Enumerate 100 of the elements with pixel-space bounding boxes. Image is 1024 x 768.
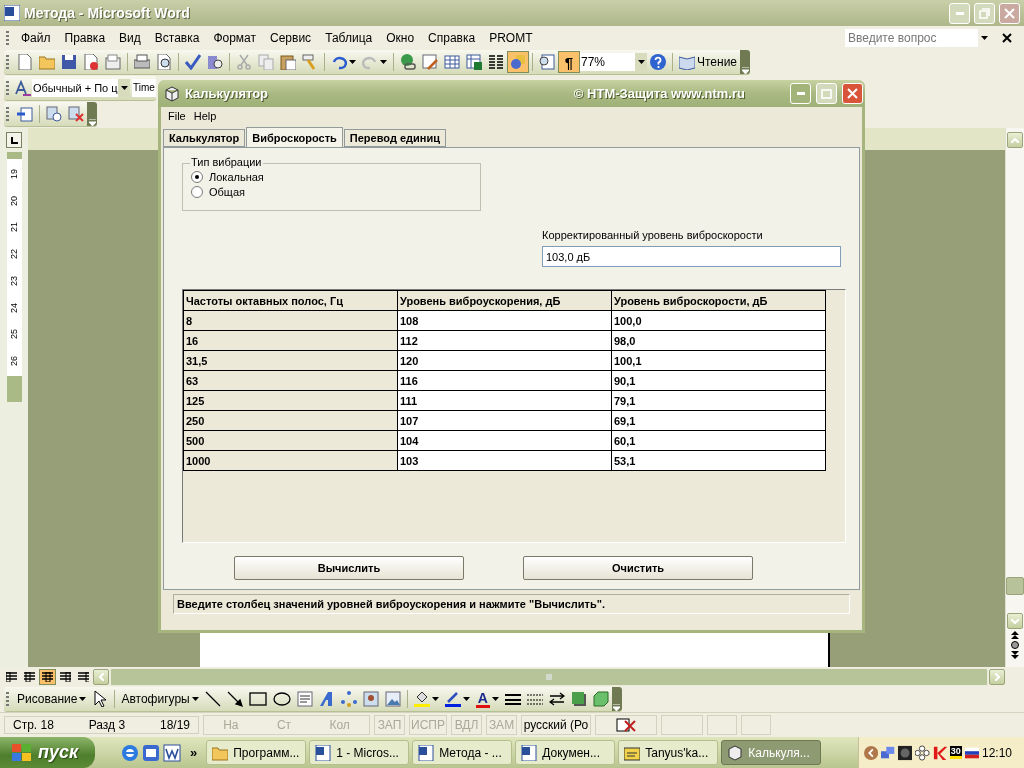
menu-item[interactable]: Формат xyxy=(206,30,264,45)
table-cell[interactable]: 108 xyxy=(397,310,612,331)
table-cell[interactable]: 104 xyxy=(397,430,612,451)
previous-page-icon[interactable] xyxy=(1011,631,1019,639)
pointer-icon[interactable] xyxy=(92,691,109,707)
table-cell[interactable]: 111 xyxy=(397,390,612,411)
table-cell[interactable]: 60,1 xyxy=(611,430,826,451)
flag-icon[interactable] xyxy=(964,746,979,759)
permission-icon[interactable] xyxy=(83,54,99,70)
question-field[interactable]: Введите вопрос xyxy=(845,28,978,47)
dash-style-icon[interactable] xyxy=(526,691,543,707)
line-style-icon[interactable] xyxy=(504,691,521,707)
fill-color-icon[interactable] xyxy=(413,691,430,707)
clip-art-icon[interactable] xyxy=(362,691,379,707)
style-field[interactable]: Обычный + По ц xyxy=(32,78,118,97)
tab[interactable]: Перевод единиц xyxy=(343,129,446,147)
toolbar-options-icon[interactable] xyxy=(613,704,621,711)
document-list-icon[interactable] xyxy=(17,105,33,122)
flower-icon[interactable] xyxy=(915,744,930,761)
menu-item[interactable]: Окно xyxy=(379,30,422,45)
new-document-icon[interactable] xyxy=(17,54,33,70)
caret-icon[interactable] xyxy=(491,697,499,701)
wordart-icon[interactable] xyxy=(318,691,335,707)
autoshapes-menu[interactable]: Автофигуры xyxy=(118,688,202,710)
menu-item[interactable]: Таблица xyxy=(318,30,380,45)
page-delete-icon[interactable] xyxy=(68,105,84,122)
more-button[interactable]: » xyxy=(190,745,198,760)
formatting-marks-button[interactable]: ¶ xyxy=(558,51,580,73)
scroll-right-button[interactable] xyxy=(989,669,1005,685)
result-field[interactable]: 103,0 дБ xyxy=(542,246,841,267)
scroll-up-button[interactable] xyxy=(1007,132,1023,148)
menu-item[interactable]: Справка xyxy=(421,30,483,45)
tables-borders-icon[interactable] xyxy=(422,54,438,70)
caret-icon[interactable] xyxy=(191,697,199,701)
arrow-style-icon[interactable] xyxy=(548,691,565,707)
spreadsheet-icon[interactable] xyxy=(466,54,482,70)
view-button[interactable] xyxy=(3,669,20,685)
caret-icon[interactable] xyxy=(380,60,387,64)
table-cell[interactable]: 79,1 xyxy=(611,390,826,411)
tab[interactable]: Калькулятор xyxy=(163,129,246,147)
view-button[interactable] xyxy=(21,669,38,685)
menu-item[interactable]: Вид xyxy=(112,30,148,45)
close-icon[interactable] xyxy=(1002,32,1012,43)
spelling-check-icon[interactable] xyxy=(185,54,201,70)
undo-icon[interactable] xyxy=(331,54,347,70)
reading-button[interactable]: Чтение xyxy=(676,51,741,73)
caret-icon[interactable] xyxy=(79,697,87,701)
dropdown-button[interactable] xyxy=(118,78,130,97)
browse-object-icon[interactable] xyxy=(1011,641,1019,649)
table-cell[interactable]: 116 xyxy=(397,370,612,391)
menu-item[interactable]: PROMT xyxy=(482,30,540,45)
taskbar-button[interactable]: Tanyus'ka... xyxy=(618,740,719,765)
save-icon[interactable] xyxy=(61,54,77,70)
font-field[interactable]: Time xyxy=(132,78,156,97)
open-folder-icon[interactable] xyxy=(39,54,55,70)
menu-item[interactable]: Help xyxy=(189,109,221,122)
shadow-icon[interactable] xyxy=(570,691,587,707)
menu-item[interactable]: Вставка xyxy=(147,30,207,45)
cube-3d-icon[interactable] xyxy=(592,691,609,707)
print-preview-icon[interactable] xyxy=(156,54,172,70)
columns-icon[interactable] xyxy=(488,54,504,70)
toolbar-options-icon[interactable] xyxy=(741,67,749,74)
caret-icon[interactable] xyxy=(431,697,439,701)
table-cell[interactable]: 107 xyxy=(397,410,612,431)
close-button[interactable] xyxy=(842,83,863,104)
menu-item[interactable]: Сервис xyxy=(263,30,319,45)
radio-button[interactable] xyxy=(191,186,203,198)
caret-icon[interactable] xyxy=(120,85,128,90)
diagram-icon[interactable] xyxy=(340,691,357,707)
hyperlink-icon[interactable] xyxy=(400,54,416,70)
image-icon[interactable] xyxy=(384,691,401,707)
font-color-button[interactable]: A xyxy=(472,688,502,710)
table-cell[interactable]: 53,1 xyxy=(611,450,826,471)
table-cell[interactable]: 100,1 xyxy=(611,350,826,371)
taskbar-button[interactable]: Программ... xyxy=(206,740,307,765)
insert-table-icon[interactable] xyxy=(444,54,460,70)
scroll-thumb[interactable] xyxy=(1006,577,1024,595)
taskbar-button[interactable]: Метода - ... xyxy=(412,740,513,765)
document-map-icon[interactable] xyxy=(539,54,555,70)
taskbar-button[interactable]: Докумен... xyxy=(515,740,616,765)
dropdown-button[interactable] xyxy=(635,53,647,71)
clear-button[interactable]: Очистить xyxy=(523,556,753,580)
view-button[interactable] xyxy=(39,669,56,685)
table-cell[interactable]: 112 xyxy=(397,330,612,351)
view-button[interactable] xyxy=(75,669,92,685)
caret-icon[interactable] xyxy=(980,35,988,40)
toolbar-options-icon[interactable] xyxy=(88,118,96,126)
line-icon[interactable] xyxy=(204,691,221,707)
caret-icon[interactable] xyxy=(462,697,470,701)
taskbar-button[interactable]: 1 - Micros... xyxy=(309,740,410,765)
caret-icon[interactable] xyxy=(637,60,645,64)
table-cell[interactable]: 103 xyxy=(397,450,612,471)
browser-icon[interactable] xyxy=(121,743,139,762)
line-color-icon[interactable] xyxy=(444,691,461,707)
menu-item[interactable]: Правка xyxy=(57,30,113,45)
start-button[interactable]: пуск xyxy=(0,737,95,768)
next-page-icon[interactable] xyxy=(1011,651,1019,659)
tab[interactable]: Виброскорость xyxy=(246,127,343,147)
menu-item[interactable]: File xyxy=(164,109,190,122)
page-search-icon[interactable] xyxy=(46,105,62,122)
